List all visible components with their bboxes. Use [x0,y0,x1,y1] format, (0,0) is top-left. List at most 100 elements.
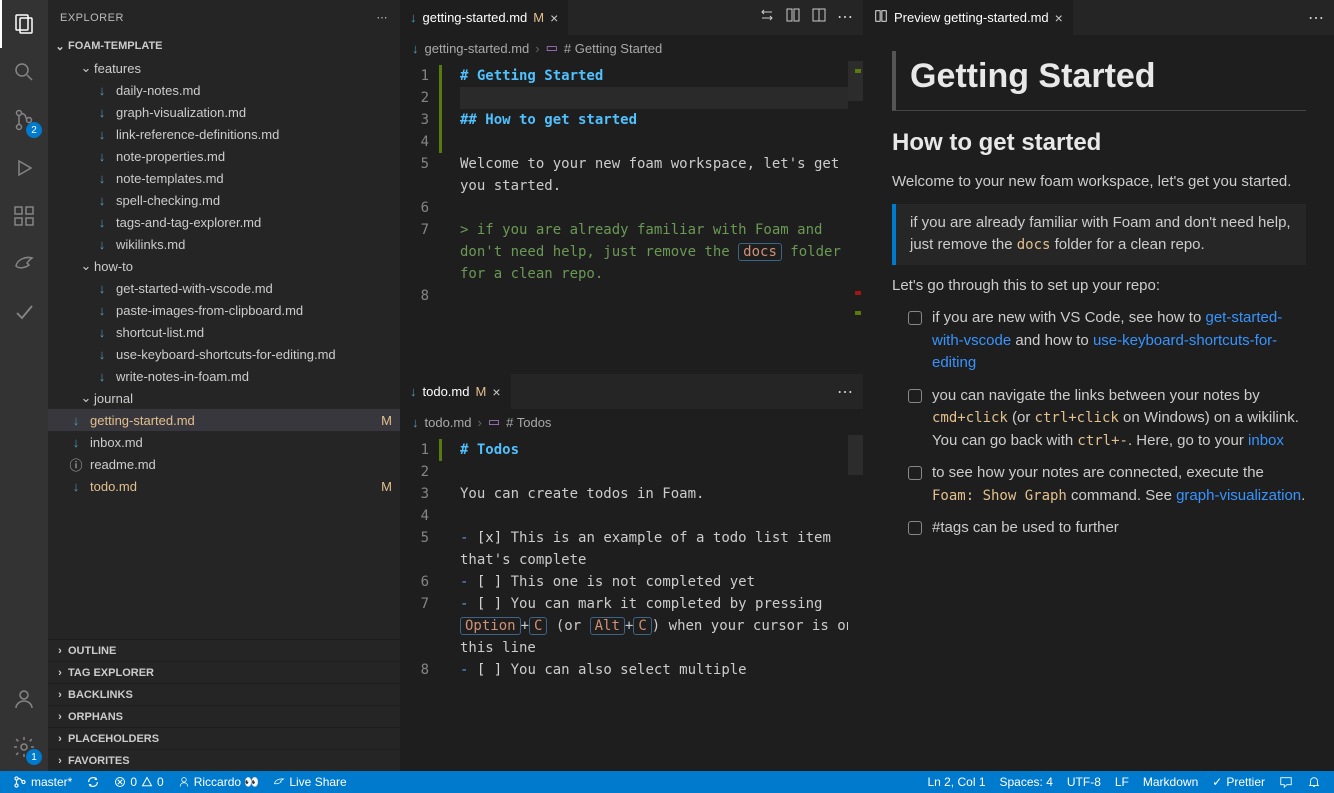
tree-file[interactable]: todo.mdM [48,475,400,497]
section-outline[interactable]: ›OUTLINE [48,639,400,661]
checklist-item: #tags can be used to further [908,517,1306,540]
section-workspace[interactable]: ⌄ FOAM-TEMPLATE [48,35,400,57]
activity-bar: 2 1 [0,0,48,771]
tree-file[interactable]: link-reference-definitions.md [48,123,400,145]
preview-icon [874,9,888,26]
sidebar-more-icon[interactable]: ⋯ [377,11,389,24]
tree-file[interactable]: graph-visualization.md [48,101,400,123]
statusbar: master* 0 0 Riccardo 👀 Live Share Ln 2, … [0,771,1334,793]
markdown-file-icon [94,126,110,142]
sb-eol[interactable]: LF [1108,771,1136,793]
tree-file[interactable]: readme.md [48,453,400,475]
preview-icon[interactable] [785,7,801,28]
markdown-file-icon [94,192,110,208]
checkbox-icon[interactable] [908,521,922,535]
tree-folder-journal[interactable]: ⌄ journal [48,387,400,409]
split-icon[interactable] [811,7,827,28]
sidebar: EXPLORER ⋯ ⌄ FOAM-TEMPLATE ⌄ features da… [48,0,400,771]
settings-badge: 1 [26,749,42,765]
tree-folder-features[interactable]: ⌄ features [48,57,400,79]
share-icon[interactable] [0,240,48,288]
compare-icon[interactable] [759,7,775,28]
markdown-file-icon [94,82,110,98]
section-backlinks[interactable]: ›BACKLINKS [48,683,400,705]
tree-file[interactable]: get-started-with-vscode.md [48,277,400,299]
more-icon[interactable]: ⋯ [1308,8,1324,28]
sb-problems[interactable]: 0 0 [107,771,170,793]
tree-file[interactable]: note-templates.md [48,167,400,189]
code-editor-2[interactable]: 12345678 # TodosYou can create todos in … [400,435,863,771]
settings-gear-icon[interactable]: 1 [0,723,48,771]
markdown-file-icon [412,415,419,430]
account-icon[interactable] [0,675,48,723]
tree-file[interactable]: spell-checking.md [48,189,400,211]
section-tag-explorer[interactable]: ›TAG EXPLORER [48,661,400,683]
sb-lang[interactable]: Markdown [1136,771,1205,793]
tree-file[interactable]: use-keyboard-shortcuts-for-editing.md [48,343,400,365]
check-icon[interactable] [0,288,48,336]
tree-file[interactable]: daily-notes.md [48,79,400,101]
sb-prettier[interactable]: ✓ Prettier [1205,771,1272,793]
tree-file[interactable]: paste-images-from-clipboard.md [48,299,400,321]
search-icon[interactable] [0,48,48,96]
chevron-down-icon: ⌄ [78,60,94,76]
chevron-right-icon: › [52,755,68,767]
chevron-right-icon: › [52,667,68,679]
explorer-icon[interactable] [0,0,48,48]
checkbox-icon[interactable] [908,311,922,325]
more-icon[interactable]: ⋯ [837,382,853,402]
sb-user[interactable]: Riccardo 👀 [171,771,267,793]
breadcrumb[interactable]: todo.md › ▭ # Todos [400,409,863,435]
close-icon[interactable]: × [492,384,500,400]
breadcrumb[interactable]: getting-started.md › ▭ # Getting Started [400,35,863,61]
sidebar-header: EXPLORER ⋯ [48,0,400,35]
checkbox-icon[interactable] [908,389,922,403]
code-editor-1[interactable]: 12345678 # Getting Started## How to get … [400,61,863,373]
tree-file[interactable]: inbox.md [48,431,400,453]
markdown-file-icon [94,302,110,318]
checkbox-icon[interactable] [908,466,922,480]
run-debug-icon[interactable] [0,144,48,192]
sb-cursor[interactable]: Ln 2, Col 1 [920,771,992,793]
close-icon[interactable]: × [550,10,558,26]
minimap[interactable] [848,61,863,373]
link[interactable]: graph-visualization [1176,487,1301,504]
section-favorites[interactable]: ›FAVORITES [48,749,400,771]
section-orphans[interactable]: ›ORPHANS [48,705,400,727]
extensions-icon[interactable] [0,192,48,240]
markdown-file-icon [94,280,110,296]
chevron-right-icon: › [52,711,68,723]
sb-feedback-icon[interactable] [1272,771,1300,793]
tree-folder-howto[interactable]: ⌄ how-to [48,255,400,277]
sb-spaces[interactable]: Spaces: 4 [993,771,1060,793]
editor-pane-1: getting-started.md M × ⋯ [400,0,863,374]
tab-todo[interactable]: todo.md M × [400,374,512,409]
chevron-down-icon: ⌄ [78,258,94,274]
tree-file[interactable]: shortcut-list.md [48,321,400,343]
checklist-item: you can navigate the links between your … [908,385,1306,453]
chevron-right-icon: › [52,733,68,745]
source-control-icon[interactable]: 2 [0,96,48,144]
sb-branch[interactable]: master* [6,771,79,793]
more-icon[interactable]: ⋯ [837,7,853,28]
minimap[interactable] [848,435,863,771]
tree-file[interactable]: tags-and-tag-explorer.md [48,211,400,233]
markdown-preview[interactable]: Getting Started How to get started Welco… [864,35,1334,771]
markdown-file-icon [412,41,419,56]
checklist-item: to see how your notes are connected, exe… [908,462,1306,507]
sb-sync[interactable] [79,771,107,793]
sb-bell-icon[interactable] [1300,771,1328,793]
section-placeholders[interactable]: ›PLACEHOLDERS [48,727,400,749]
tree-file[interactable]: note-properties.md [48,145,400,167]
tab-getting-started[interactable]: getting-started.md M × [400,0,569,35]
tree-file[interactable]: wikilinks.md [48,233,400,255]
tab-preview[interactable]: Preview getting-started.md × [864,0,1074,35]
modified-badge: M [381,479,392,494]
sb-liveshare[interactable]: Live Share [266,771,353,793]
link[interactable]: inbox [1248,432,1284,449]
close-icon[interactable]: × [1055,10,1063,26]
markdown-file-icon [94,236,110,252]
sb-encoding[interactable]: UTF-8 [1060,771,1108,793]
tree-file[interactable]: getting-started.mdM [48,409,400,431]
tree-file[interactable]: write-notes-in-foam.md [48,365,400,387]
